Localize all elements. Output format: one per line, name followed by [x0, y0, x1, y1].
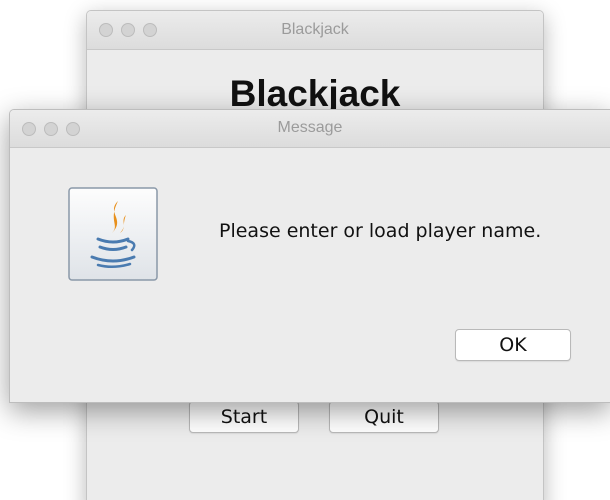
quit-button[interactable]: Quit: [329, 401, 439, 433]
dialog-close-button[interactable]: [22, 122, 36, 136]
dialog-title: Message: [277, 119, 343, 136]
dialog-minimize-button[interactable]: [44, 122, 58, 136]
dialog-controls: [22, 122, 80, 136]
dialog-message: Please enter or load player name.: [219, 220, 542, 242]
java-icon: [68, 187, 158, 281]
start-button[interactable]: Start: [189, 401, 299, 433]
ok-button[interactable]: OK: [455, 329, 571, 361]
window-titlebar[interactable]: Blackjack: [87, 11, 543, 50]
dialog-titlebar[interactable]: Message: [10, 110, 610, 148]
desktop: Blackjack Blackjack Start Quit Message P…: [0, 0, 610, 500]
dialog-zoom-button[interactable]: [66, 122, 80, 136]
message-dialog: Message Please enter or load player name…: [9, 109, 610, 403]
window-title: Blackjack: [281, 21, 349, 38]
